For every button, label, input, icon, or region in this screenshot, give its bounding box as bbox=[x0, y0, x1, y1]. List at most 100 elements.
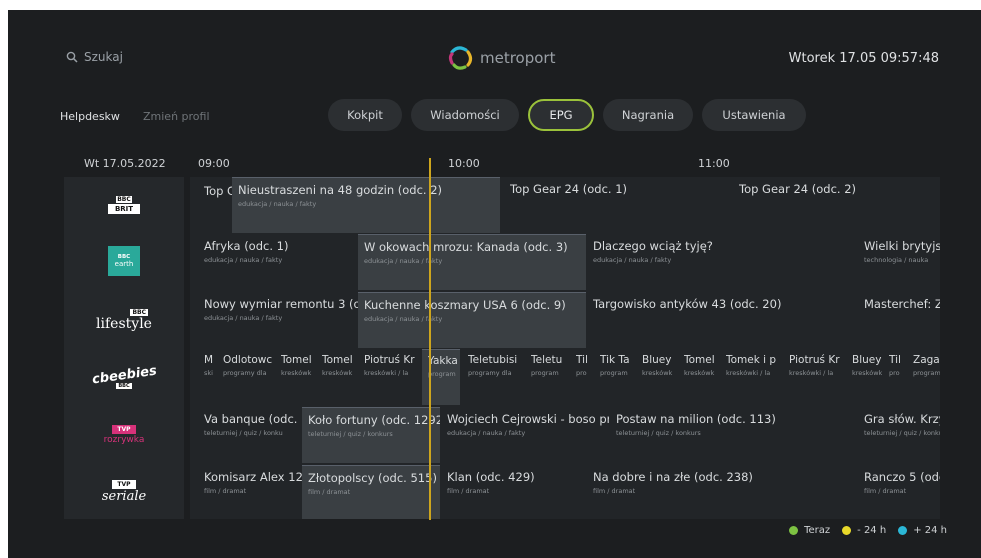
program-cell[interactable]: Bluey kreskówk bbox=[846, 349, 882, 405]
program-title: Na dobre i na złe (odc. 238) bbox=[593, 470, 753, 484]
program-cell[interactable]: Top Gear 24 (odc. 2) bbox=[733, 177, 940, 233]
logo-text: BBC bbox=[130, 308, 148, 316]
logo-text: seriale bbox=[101, 489, 147, 504]
program-cell[interactable]: Tomel kreskówk bbox=[678, 349, 718, 405]
program-title: Piotruś Kr bbox=[364, 354, 415, 366]
program-category: teleturniej / quiz / konku bbox=[864, 429, 940, 437]
logo-text: TVP bbox=[112, 480, 136, 489]
main-nav: Kokpit Wiadomości EPG Nagrania Ustawieni… bbox=[328, 99, 806, 131]
channel-logo-tvp-seriale[interactable]: TVP seriale bbox=[90, 474, 158, 510]
legend: Teraz - 24 h + 24 h bbox=[789, 525, 947, 536]
program-title: Til bbox=[889, 354, 901, 366]
program-cell[interactable]: Wielki brytyjsk technologia / nauka bbox=[858, 234, 940, 290]
program-category: film / dramat bbox=[308, 488, 351, 496]
program-category: edukacja / nauka / fakty bbox=[238, 200, 317, 208]
program-cell[interactable]: Bluey kreskówk bbox=[636, 349, 678, 405]
program-cell[interactable]: Komisarz Alex 12 film / dramat bbox=[198, 465, 302, 519]
tab-wiadomosci[interactable]: Wiadomości bbox=[411, 99, 519, 131]
tab-ustawienia[interactable]: Ustawienia bbox=[702, 99, 806, 131]
program-cell[interactable]: Teletubisi programy dla bbox=[462, 349, 524, 405]
program-cell[interactable]: Targowisko antyków 43 (odc. 20) bbox=[587, 292, 857, 348]
program-title: Piotruś Kr bbox=[789, 354, 840, 366]
program-cell[interactable]: Ranczo 5 (odc. 64 film / dramat bbox=[858, 465, 940, 519]
profile-name: Helpdeskw bbox=[60, 110, 120, 123]
tv-screen: Szukaj metroport Wtorek 17.05 09:57:48 H… bbox=[8, 10, 981, 558]
channel-logo-bbc-lifestyle[interactable]: BBC lifestyle bbox=[90, 302, 158, 338]
program-cell[interactable]: Teletu program bbox=[525, 349, 569, 405]
program-cell[interactable]: Piotruś Kr kreskówki / la bbox=[358, 349, 422, 405]
program-cell-current[interactable]: Nieustraszeni na 48 godzin (odc. 2) eduk… bbox=[232, 177, 500, 233]
program-category: film / dramat bbox=[593, 487, 636, 495]
program-cell-current[interactable]: Yakka program bbox=[422, 349, 460, 405]
search-placeholder: Szukaj bbox=[84, 50, 123, 64]
program-cell[interactable]: Wojciech Cejrowski - boso pr edukacja / … bbox=[441, 407, 609, 463]
program-title: Kuchenne koszmary USA 6 (odc. 9) bbox=[364, 298, 566, 312]
tab-nagrania[interactable]: Nagrania bbox=[603, 99, 693, 131]
program-title: Top Gear 24 (odc. 2) bbox=[739, 182, 857, 196]
program-title: Komisarz Alex 12 bbox=[204, 470, 302, 484]
program-cell[interactable]: Tik Ta program bbox=[594, 349, 634, 405]
program-title: Tik Ta bbox=[600, 354, 630, 366]
program-title: Koło fortuny (odc. 1292) bbox=[308, 413, 440, 427]
program-cell[interactable]: Mski bbox=[198, 349, 216, 405]
program-cell[interactable]: Tomek i p kreskówki / la bbox=[720, 349, 782, 405]
program-category: edukacja / nauka / fakty bbox=[204, 314, 283, 322]
epg-date: Wt 17.05.2022 bbox=[84, 157, 166, 170]
program-cell[interactable]: Afryka (odc. 1) edukacja / nauka / fakty bbox=[198, 234, 358, 290]
program-title: Va banque (odc. 1 bbox=[204, 412, 302, 426]
plus-24h-dot-icon bbox=[898, 526, 908, 535]
program-category: film / dramat bbox=[204, 487, 247, 495]
program-cell[interactable]: Postaw na milion (odc. 113) teleturniej … bbox=[610, 407, 857, 463]
program-cell[interactable]: Odlotowc programy dla bbox=[217, 349, 273, 405]
program-cell[interactable]: Va banque (odc. 1 teleturniej / quiz / k… bbox=[198, 407, 302, 463]
program-cell-current[interactable]: W okowach mrozu: Kanada (odc. 3) edukacj… bbox=[358, 234, 586, 290]
program-title: Klan (odc. 429) bbox=[447, 470, 535, 484]
metroport-logo-icon bbox=[448, 46, 473, 70]
program-cell-current[interactable]: Koło fortuny (odc. 1292) teleturniej / q… bbox=[302, 407, 440, 463]
program-cell[interactable]: Tomel kreskówk bbox=[275, 349, 313, 405]
logo-text: BBC bbox=[116, 196, 132, 203]
channel-logo-bbc-earth[interactable]: BBC earth bbox=[108, 246, 140, 276]
search-field[interactable]: Szukaj bbox=[66, 50, 123, 64]
program-category: kreskówk bbox=[281, 369, 312, 377]
program-title: Wielki brytyjsk bbox=[864, 239, 940, 253]
tab-kokpit[interactable]: Kokpit bbox=[328, 99, 402, 131]
brand-logo: metroport bbox=[448, 46, 555, 70]
program-title: Bluey bbox=[852, 354, 882, 366]
program-cell-current[interactable]: Kuchenne koszmary USA 6 (odc. 9) edukacj… bbox=[358, 292, 586, 348]
program-title: Afryka (odc. 1) bbox=[204, 239, 289, 253]
brand-name: metroport bbox=[480, 49, 556, 67]
program-cell[interactable]: Zagad program bbox=[907, 349, 940, 405]
legend-label: + 24 h bbox=[913, 525, 947, 536]
program-title: Gra słów. Krzyżów bbox=[864, 412, 940, 426]
program-category: ski bbox=[204, 369, 213, 377]
program-category: program bbox=[913, 369, 940, 377]
switch-profile-link[interactable]: Zmień profil bbox=[143, 110, 210, 123]
program-cell[interactable]: Masterchef: Z bbox=[858, 292, 940, 348]
program-cell[interactable]: Til pro bbox=[883, 349, 907, 405]
program-cell[interactable]: Na dobre i na złe (odc. 238) film / dram… bbox=[587, 465, 857, 519]
program-category: kreskówk bbox=[852, 369, 882, 377]
channel-column bbox=[64, 177, 184, 519]
logo-text: TVP bbox=[112, 425, 136, 434]
program-cell[interactable]: Dlaczego wciąż tyję? edukacja / nauka / … bbox=[587, 234, 857, 290]
program-category: programy dla bbox=[468, 369, 512, 377]
program-cell[interactable]: Til pro bbox=[570, 349, 594, 405]
program-cell[interactable]: Nowy wymiar remontu 3 (odc edukacja / na… bbox=[198, 292, 358, 348]
program-cell[interactable]: Gra słów. Krzyżów teleturniej / quiz / k… bbox=[858, 407, 940, 463]
program-cell[interactable]: Klan (odc. 429) film / dramat bbox=[441, 465, 587, 519]
program-cell[interactable]: Tomel kreskówk bbox=[316, 349, 356, 405]
program-cell[interactable]: Top Gear 24 (odc. 1) bbox=[504, 177, 730, 233]
program-title: Złotopolscy (odc. 515) bbox=[308, 471, 437, 485]
channel-logo-bbc-brit[interactable]: BBC BRIT bbox=[100, 188, 148, 222]
tab-epg[interactable]: EPG bbox=[528, 99, 594, 131]
program-title: Tomel bbox=[322, 354, 353, 366]
program-cell[interactable]: Top G bbox=[198, 179, 236, 233]
program-category: kreskówki / la bbox=[789, 369, 834, 377]
program-cell[interactable]: Piotruś Kr kreskówki / la bbox=[783, 349, 845, 405]
program-cell-current[interactable]: Złotopolscy (odc. 515) film / dramat bbox=[302, 465, 440, 519]
time-label: 10:00 bbox=[448, 157, 480, 170]
channel-logo-tvp-rozrywka[interactable]: TVP rozrywka bbox=[92, 418, 156, 452]
channel-logo-cbeebies[interactable]: cbeebies BBC bbox=[88, 360, 160, 396]
program-title: Ranczo 5 (odc. 64 bbox=[864, 470, 940, 484]
